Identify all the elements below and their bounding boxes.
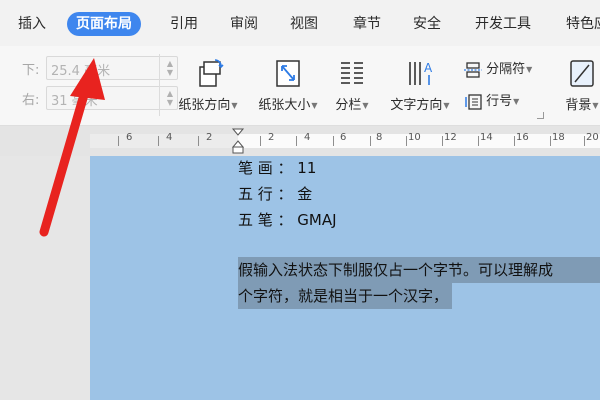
page-size-label: 纸张大小 bbox=[258, 98, 311, 113]
page-orientation-button[interactable]: 纸张方向▼ bbox=[170, 58, 246, 113]
ruler-tick bbox=[514, 136, 515, 146]
horizontal-ruler[interactable]: 6 4 2 2 4 6 8 10 12 14 16 18 20 bbox=[0, 126, 600, 156]
tab-view[interactable]: 视图 bbox=[290, 12, 318, 36]
page-break-icon bbox=[464, 61, 482, 78]
ruler-tick bbox=[584, 136, 585, 146]
ribbon-divider bbox=[159, 54, 160, 116]
right-margin-label: 右: bbox=[22, 93, 40, 108]
breaks-label: 分隔符 bbox=[486, 62, 526, 77]
page-background-icon bbox=[570, 60, 594, 87]
selected-text-line: 假输入法状态下制服仅占一个字节。可以理解成 bbox=[238, 257, 600, 283]
selected-text-line: 个字符，就是相当于一个汉字， bbox=[238, 283, 453, 309]
chevron-down-icon: ▼ bbox=[362, 101, 369, 110]
ruler-number: 6 bbox=[340, 132, 347, 143]
columns-icon bbox=[341, 62, 363, 84]
ruler-tick bbox=[442, 136, 443, 146]
ruler-tick bbox=[333, 136, 334, 146]
page-background-button[interactable]: 背景▼ bbox=[560, 58, 600, 113]
line-numbers-button[interactable]: 行号▼ bbox=[464, 90, 519, 110]
ruler-number: 2 bbox=[206, 132, 213, 143]
line-numbers-icon bbox=[465, 93, 482, 110]
chevron-down-icon: ▼ bbox=[311, 101, 318, 110]
ruler-tick bbox=[406, 136, 407, 146]
svg-text:A: A bbox=[424, 61, 433, 75]
page-size-icon bbox=[276, 60, 300, 87]
chevron-down-icon: ▼ bbox=[513, 97, 520, 106]
tab-references[interactable]: 引用 bbox=[170, 12, 198, 36]
ruler-tick bbox=[370, 136, 371, 146]
ruler-number: 4 bbox=[166, 132, 173, 143]
ruler-tick bbox=[478, 136, 479, 146]
page-orientation-icon bbox=[199, 59, 224, 87]
chevron-down-icon: ▼ bbox=[443, 101, 450, 110]
tab-developer-tools[interactable]: 开发工具 bbox=[475, 12, 531, 36]
ruler-tick bbox=[158, 136, 159, 146]
page-background-label: 背景 bbox=[565, 98, 592, 113]
ruler-number: 2 bbox=[268, 132, 275, 143]
ruler-number: 6 bbox=[126, 132, 133, 143]
bottom-margin-value: 25.4 毫米 bbox=[51, 64, 111, 79]
ruler-number: 14 bbox=[480, 132, 493, 143]
ribbon-tab-bar: 插入 页面布局 引用 审阅 视图 章节 安全 开发工具 特色应 bbox=[0, 0, 600, 46]
columns-button[interactable]: 分栏▼ bbox=[330, 58, 374, 113]
ruler-number: 10 bbox=[408, 132, 421, 143]
tab-security[interactable]: 安全 bbox=[413, 12, 441, 36]
ruler-number: 16 bbox=[516, 132, 529, 143]
ruler-number: 12 bbox=[444, 132, 457, 143]
ruler-tick bbox=[118, 136, 119, 146]
tab-page-layout[interactable]: 页面布局 bbox=[67, 12, 141, 36]
text-direction-icon: A bbox=[409, 61, 433, 85]
tab-review[interactable]: 审阅 bbox=[230, 12, 258, 36]
ruler-number: 4 bbox=[304, 132, 311, 143]
ruler-number: 20 bbox=[586, 132, 599, 143]
right-margin-value: 31 毫米 bbox=[51, 94, 98, 109]
chevron-down-icon: ▼ bbox=[231, 101, 238, 110]
line-numbers-label: 行号 bbox=[486, 94, 513, 109]
dialog-launcher-icon[interactable] bbox=[537, 112, 544, 119]
page-size-button[interactable]: 纸张大小▼ bbox=[250, 58, 326, 113]
indent-marker-icon[interactable] bbox=[232, 128, 244, 154]
document-line: 五 行 ： 金 bbox=[238, 185, 313, 203]
text-direction-button[interactable]: A 文字方向▼ bbox=[382, 58, 458, 113]
tab-insert[interactable]: 插入 bbox=[18, 12, 46, 36]
document-line: 五 笔 ： GMAJ bbox=[238, 211, 337, 229]
chevron-down-icon: ▼ bbox=[592, 101, 599, 110]
text-direction-label: 文字方向 bbox=[390, 98, 443, 113]
ruler-tick bbox=[198, 136, 199, 146]
tab-features[interactable]: 特色应 bbox=[566, 12, 600, 36]
document-line: 笔 画 ： 11 bbox=[238, 159, 317, 177]
ruler-number: 8 bbox=[376, 132, 383, 143]
chevron-down-icon: ▼ bbox=[526, 65, 533, 74]
ribbon-toolbar: 下: 25.4 毫米 ▲▼ 右: 31 毫米 ▲▼ 纸张方向▼ 纸张大小▼ bbox=[0, 46, 600, 126]
bottom-margin-label: 下: bbox=[22, 63, 40, 78]
ruler-tick bbox=[260, 136, 261, 146]
ruler-number: 18 bbox=[552, 132, 565, 143]
ruler-tick bbox=[296, 136, 297, 146]
columns-label: 分栏 bbox=[335, 98, 362, 113]
breaks-button[interactable]: 分隔符▼ bbox=[464, 58, 532, 78]
ruler-tick bbox=[550, 136, 551, 146]
tab-chapter[interactable]: 章节 bbox=[353, 12, 381, 36]
page-orientation-label: 纸张方向 bbox=[178, 98, 231, 113]
